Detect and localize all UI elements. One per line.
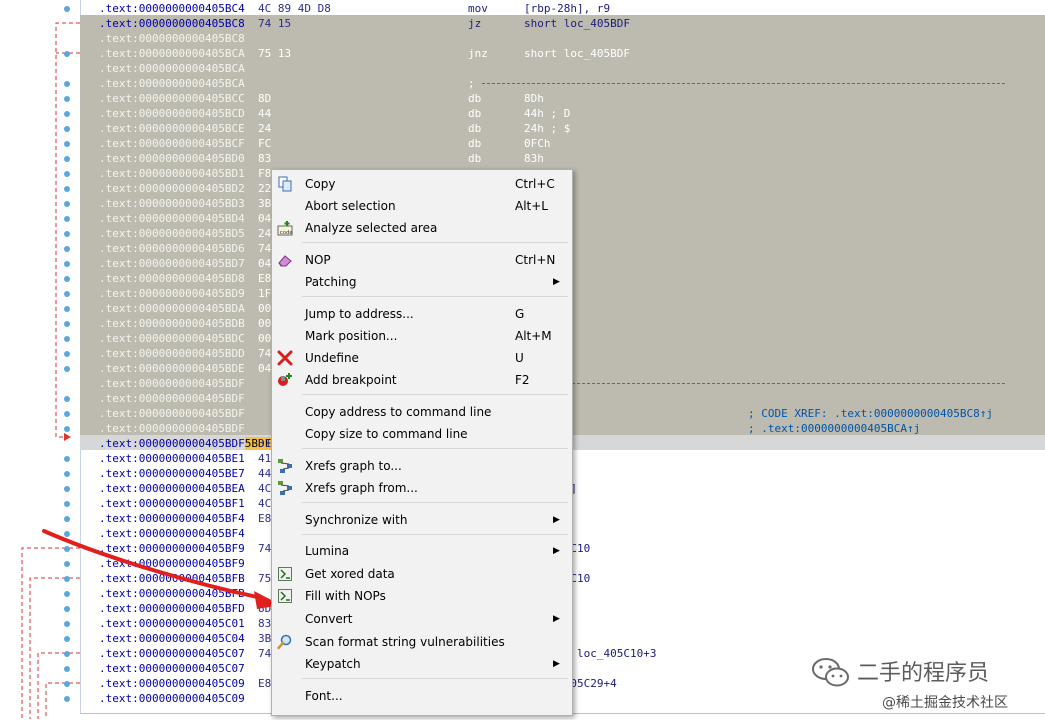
menu-item-shortcut: U	[515, 351, 524, 365]
menu-item-font[interactable]: Font...	[272, 685, 572, 707]
submenu-arrow-icon: ▶	[553, 546, 560, 556]
menu-item-analyze-selected-area[interactable]: code Analyze selected area	[272, 217, 572, 239]
menu-item-mark-position[interactable]: Mark position... Alt+M	[272, 325, 572, 347]
menu-item-keypatch[interactable]: Keypatch ▶	[272, 653, 572, 675]
menu-item-add-breakpoint[interactable]: Add breakpoint F2	[272, 369, 572, 391]
menu-item-synchronize-with[interactable]: Synchronize with ▶	[272, 509, 572, 531]
menu-item-scan-format-string-vulnerabilities[interactable]: Scan format string vulnerabilities	[272, 631, 572, 653]
xrefs-graph-icon	[277, 458, 293, 474]
menu-item-copy-address-to-command-line[interactable]: Copy address to command line	[272, 401, 572, 423]
menu-item-label: Copy	[305, 177, 336, 191]
menu-item-label: Analyze selected area	[305, 221, 438, 235]
menu-item-xrefs-graph-to[interactable]: Xrefs graph to...	[272, 455, 572, 477]
menu-item-label: Patching	[305, 275, 357, 289]
menu-separator	[302, 502, 568, 503]
submenu-arrow-icon: ▶	[553, 277, 560, 287]
menu-item-patching[interactable]: Patching ▶	[272, 271, 572, 293]
breakpoint-icon	[277, 372, 293, 388]
menu-item-shortcut: G	[515, 307, 525, 321]
menu-item-label: Mark position...	[305, 329, 398, 343]
menu-item-label: Xrefs graph from...	[305, 481, 418, 495]
submenu-arrow-icon: ▶	[553, 659, 560, 669]
red-x-icon	[277, 350, 293, 366]
watermark-title: 二手的程序员	[857, 661, 990, 686]
menu-item-undefine[interactable]: Undefine U	[272, 347, 572, 369]
menu-item-label: Font...	[305, 689, 343, 703]
menu-item-copy[interactable]: Copy Ctrl+C	[272, 173, 572, 195]
menu-item-label: Keypatch	[305, 657, 361, 671]
menu-item-label: Get xored data	[305, 567, 395, 581]
menu-separator	[302, 296, 568, 297]
submenu-arrow-icon: ▶	[553, 614, 560, 624]
menu-item-shortcut: Alt+L	[515, 199, 548, 213]
menu-item-xrefs-graph-from[interactable]: Xrefs graph from...	[272, 477, 572, 499]
menu-item-label: Jump to address...	[305, 307, 414, 321]
menu-item-label: Copy address to command line	[305, 405, 492, 419]
menu-separator	[302, 534, 568, 535]
menu-item-copy-size-to-command-line[interactable]: Copy size to command line	[272, 423, 572, 445]
menu-item-label: Add breakpoint	[305, 373, 397, 387]
menu-item-label: NOP	[305, 253, 331, 267]
menu-item-shortcut: Alt+M	[515, 329, 552, 343]
magnifier-icon	[277, 634, 293, 650]
menu-item-abort-selection[interactable]: Abort selection Alt+L	[272, 195, 572, 217]
script-icon	[277, 588, 293, 604]
context-menu[interactable]: Copy Ctrl+C Abort selection Alt+L code Analyz…	[271, 169, 573, 716]
wechat-logo-icon	[812, 658, 849, 687]
eraser-icon	[277, 252, 293, 268]
xrefs-graph-icon	[277, 480, 293, 496]
menu-item-get-xored-data[interactable]: Get xored data	[272, 563, 572, 585]
menu-item-convert[interactable]: Convert ▶	[272, 608, 572, 630]
menu-separator	[302, 242, 568, 243]
menu-item-label: Copy size to command line	[305, 427, 468, 441]
menu-separator	[302, 448, 568, 449]
submenu-arrow-icon: ▶	[553, 515, 560, 525]
menu-separator	[302, 678, 568, 679]
menu-item-fill-with-nops[interactable]: Fill with NOPs	[272, 585, 572, 607]
watermark-subtitle: @稀土掘金技术社区	[882, 695, 1008, 711]
menu-item-lumina[interactable]: Lumina ▶	[272, 540, 572, 562]
menu-item-nop[interactable]: NOP Ctrl+N	[272, 249, 572, 271]
menu-item-label: Scan format string vulnerabilities	[305, 635, 505, 649]
menu-item-label: Fill with NOPs	[305, 589, 386, 603]
svg-text:code: code	[280, 230, 293, 236]
menu-item-label: Abort selection	[305, 199, 396, 213]
menu-item-shortcut: Ctrl+C	[515, 177, 555, 191]
menu-separator	[302, 394, 568, 395]
menu-item-shortcut: Ctrl+N	[515, 253, 556, 267]
menu-item-jump-to-address[interactable]: Jump to address... G	[272, 303, 572, 325]
menu-item-label: Undefine	[305, 351, 359, 365]
menu-item-label: Synchronize with	[305, 513, 408, 527]
menu-item-label: Lumina	[305, 544, 350, 558]
menu-item-label: Xrefs graph to...	[305, 459, 402, 473]
menu-item-shortcut: F2	[515, 373, 530, 387]
analyze-code-icon: code	[277, 220, 293, 236]
script-icon	[277, 566, 293, 582]
copy-icon	[277, 176, 293, 192]
menu-item-label: Convert	[305, 612, 353, 626]
